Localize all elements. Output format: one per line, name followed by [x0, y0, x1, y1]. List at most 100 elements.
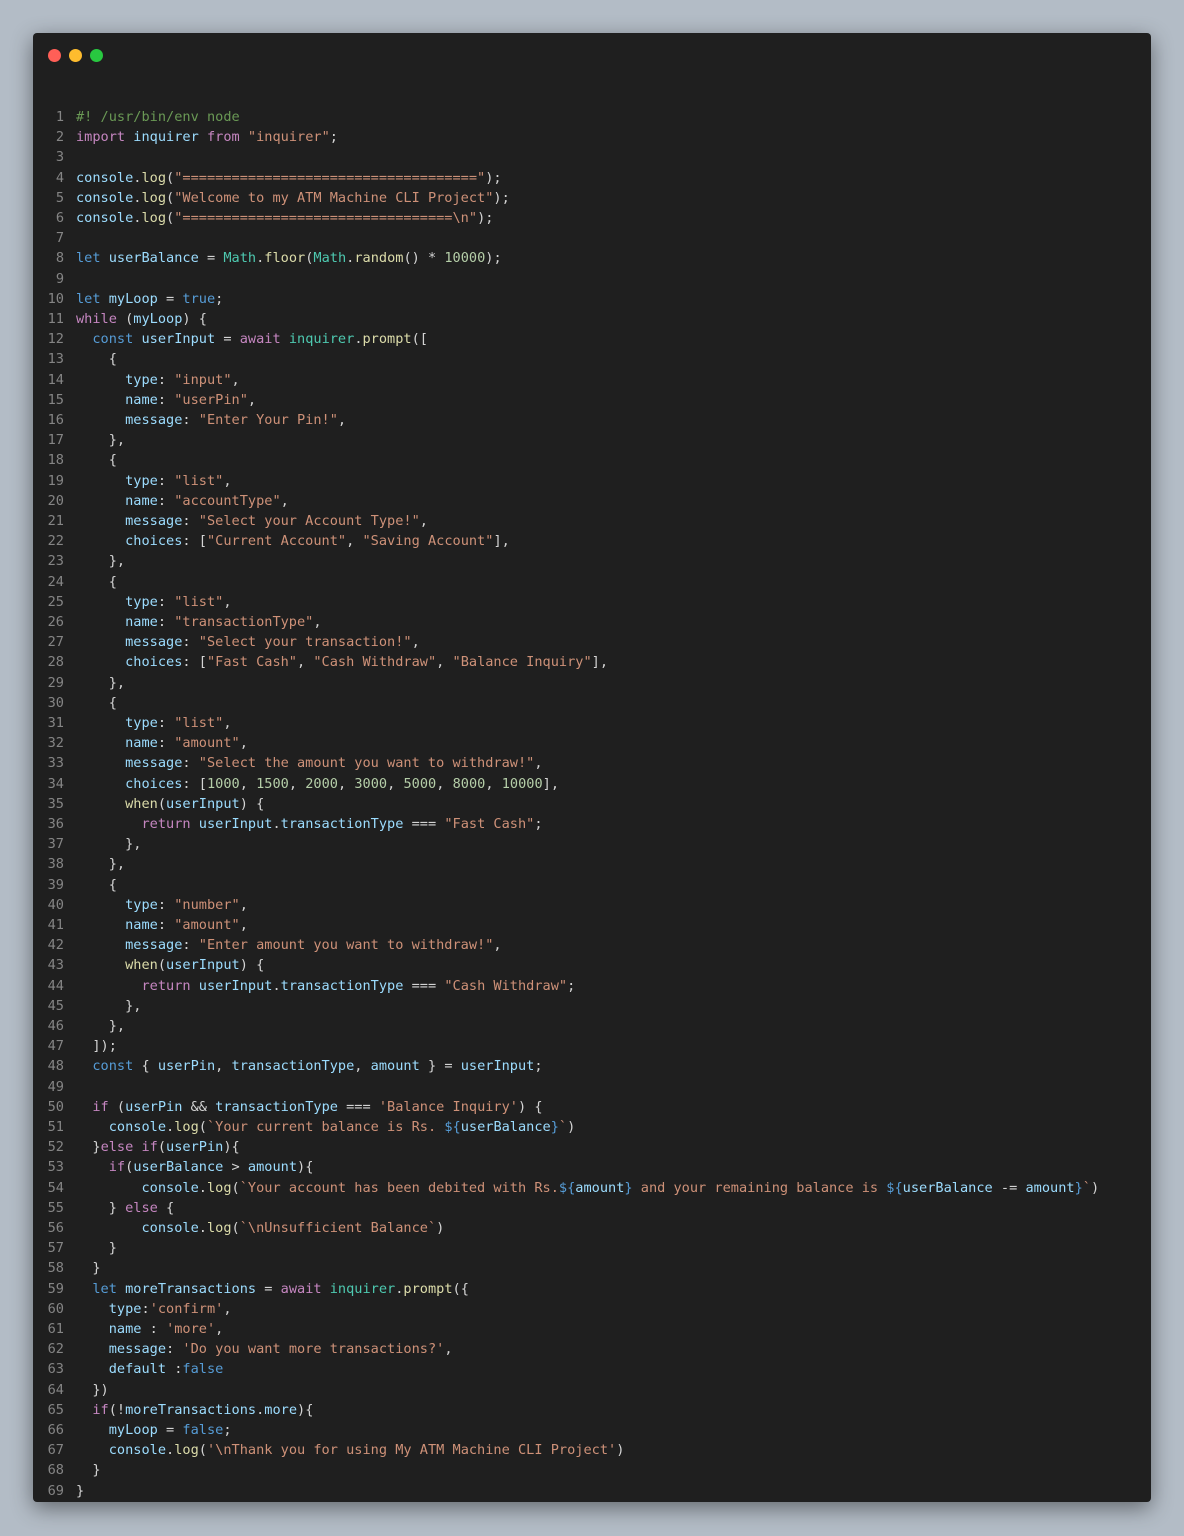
code-line: { [76, 572, 117, 592]
code-line: type: "list", [76, 471, 231, 491]
code-token: log [206, 1220, 232, 1236]
code-line: { [76, 450, 117, 470]
code-token: ], [591, 654, 609, 671]
code-token: . [354, 331, 363, 348]
code-token: : [157, 593, 175, 610]
code-line: console.log('\nThank you for using My AT… [76, 1440, 625, 1460]
code-token: let [92, 1280, 117, 1297]
code-token: : [182, 634, 199, 651]
line-number: 27 [47, 634, 64, 651]
code-token: inquirer [329, 1280, 396, 1297]
line-number: 47 [47, 1038, 64, 1055]
code-token: ${ [886, 1179, 903, 1196]
minimize-button[interactable] [69, 49, 82, 62]
code-line: }, [76, 996, 141, 1016]
code-token: if [108, 1159, 126, 1176]
close-button[interactable] [48, 49, 61, 62]
code-token: , [534, 755, 543, 772]
code-line: }, [76, 551, 125, 571]
code-token: when [125, 795, 158, 812]
code-token: : [ [182, 533, 207, 550]
code-token: message [125, 937, 183, 954]
code-token: log [174, 1442, 199, 1459]
code-token: myLoop [108, 290, 158, 307]
code-line: }, [76, 1016, 125, 1036]
code-token: === [403, 816, 445, 832]
code-token: : [157, 917, 175, 933]
line-number: 31 [47, 715, 64, 731]
code-token: false [182, 1422, 224, 1438]
code-line: console.log("Welcome to my ATM Machine C… [76, 188, 510, 208]
code-token: ); [485, 169, 502, 186]
code-token: myLoop [108, 1422, 158, 1438]
line-number: 43 [47, 957, 64, 974]
line-number: 10 [47, 290, 64, 307]
line-number: 19 [47, 472, 64, 489]
code-token: '\nThank you for using My ATM Machine CL… [206, 1442, 617, 1459]
code-token: when [125, 957, 158, 974]
code-token: }, [76, 674, 126, 691]
line-number: 62 [47, 1341, 64, 1358]
code-token: "Balance Inquiry" [452, 654, 592, 671]
code-token: "amount" [174, 917, 240, 933]
code-token: > [223, 1159, 248, 1176]
code-line: console.log(`Your account has been debit… [76, 1178, 1099, 1198]
code-token: floor [264, 250, 306, 267]
code-token: , [215, 1058, 232, 1075]
code-token: #! /usr/bin/env node [76, 109, 240, 125]
line-number: 40 [47, 896, 64, 913]
code-token: ( [198, 1119, 207, 1135]
code-token: { [76, 351, 117, 368]
code-token: choices [125, 654, 183, 671]
code-token: }, [76, 553, 126, 570]
code-token: "list" [174, 593, 224, 610]
code-line: }, [76, 834, 141, 854]
code-token: . [166, 1119, 175, 1135]
line-number: 17 [47, 432, 64, 449]
code-line: } else { [76, 1198, 175, 1218]
code-token: ( [116, 311, 134, 327]
maximize-button[interactable] [90, 49, 103, 62]
code-token: , [223, 1300, 232, 1317]
code-token: { [133, 1058, 158, 1075]
line-number: 44 [47, 977, 64, 994]
code-token: } [550, 1119, 559, 1135]
code-token: log [141, 210, 167, 226]
code-token: . [272, 816, 281, 832]
code-token: let [76, 290, 101, 307]
code-token: 1000 [206, 775, 240, 792]
code-line: message: "Enter amount you want to withd… [76, 935, 502, 955]
code-line: choices: ["Fast Cash", "Cash Withdraw", … [76, 652, 608, 672]
code-token: ) { [239, 957, 265, 974]
code-token: "Welcome to my ATM Machine CLI Project" [174, 189, 494, 206]
code-token: amount [247, 1159, 298, 1176]
code-token: : [166, 1341, 183, 1358]
code-line: type: "input", [76, 370, 240, 390]
code-token: from [206, 129, 240, 146]
code-token: ); [485, 250, 502, 267]
code-token: "Select the amount you want to withdraw!… [198, 755, 535, 772]
code-token: message [125, 412, 183, 428]
code-line: import inquirer from "inquirer"; [76, 127, 338, 147]
code-token: = [198, 250, 224, 267]
code-token: { [76, 694, 117, 711]
code-token: transactionType [280, 816, 404, 832]
code-token: 3000 [354, 775, 388, 792]
code-token: () * [403, 250, 445, 267]
code-token: === [403, 977, 445, 994]
code-token: }, [76, 432, 126, 449]
code-token: ( [231, 1179, 240, 1196]
code-token: amount [575, 1179, 625, 1196]
line-number: 24 [47, 573, 64, 590]
code-token: 'Do you want more transactions?' [182, 1341, 445, 1358]
code-token: , [280, 492, 289, 509]
